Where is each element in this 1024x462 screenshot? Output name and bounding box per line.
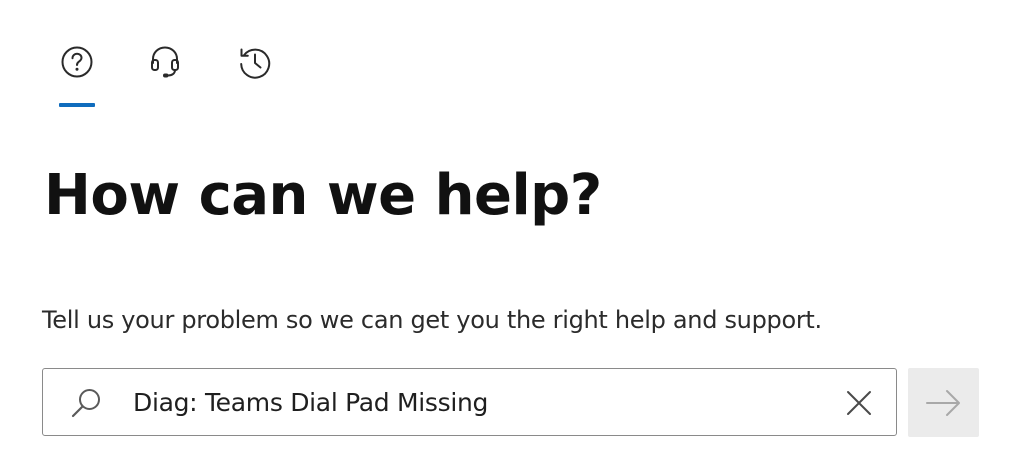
tab-contact-support[interactable] [142,36,188,88]
search-icon [71,389,100,418]
tab-help[interactable] [54,36,100,88]
get-help-page: How can we help? Tell us your problem so… [0,0,1024,462]
close-icon [847,391,871,415]
clear-search-button[interactable] [840,384,878,422]
history-icon [240,48,271,79]
active-tab-indicator [59,103,95,107]
search-box [42,368,897,436]
help-circle-icon [61,46,93,78]
headset-icon [151,46,179,78]
search-input[interactable] [133,379,823,425]
page-title: How can we help? [44,163,602,228]
tab-history[interactable] [232,36,278,88]
page-subtitle: Tell us your problem so we can get you t… [42,306,822,334]
arrow-right-icon [925,389,960,416]
submit-search-button[interactable] [908,368,979,437]
tab-bar [42,36,302,108]
